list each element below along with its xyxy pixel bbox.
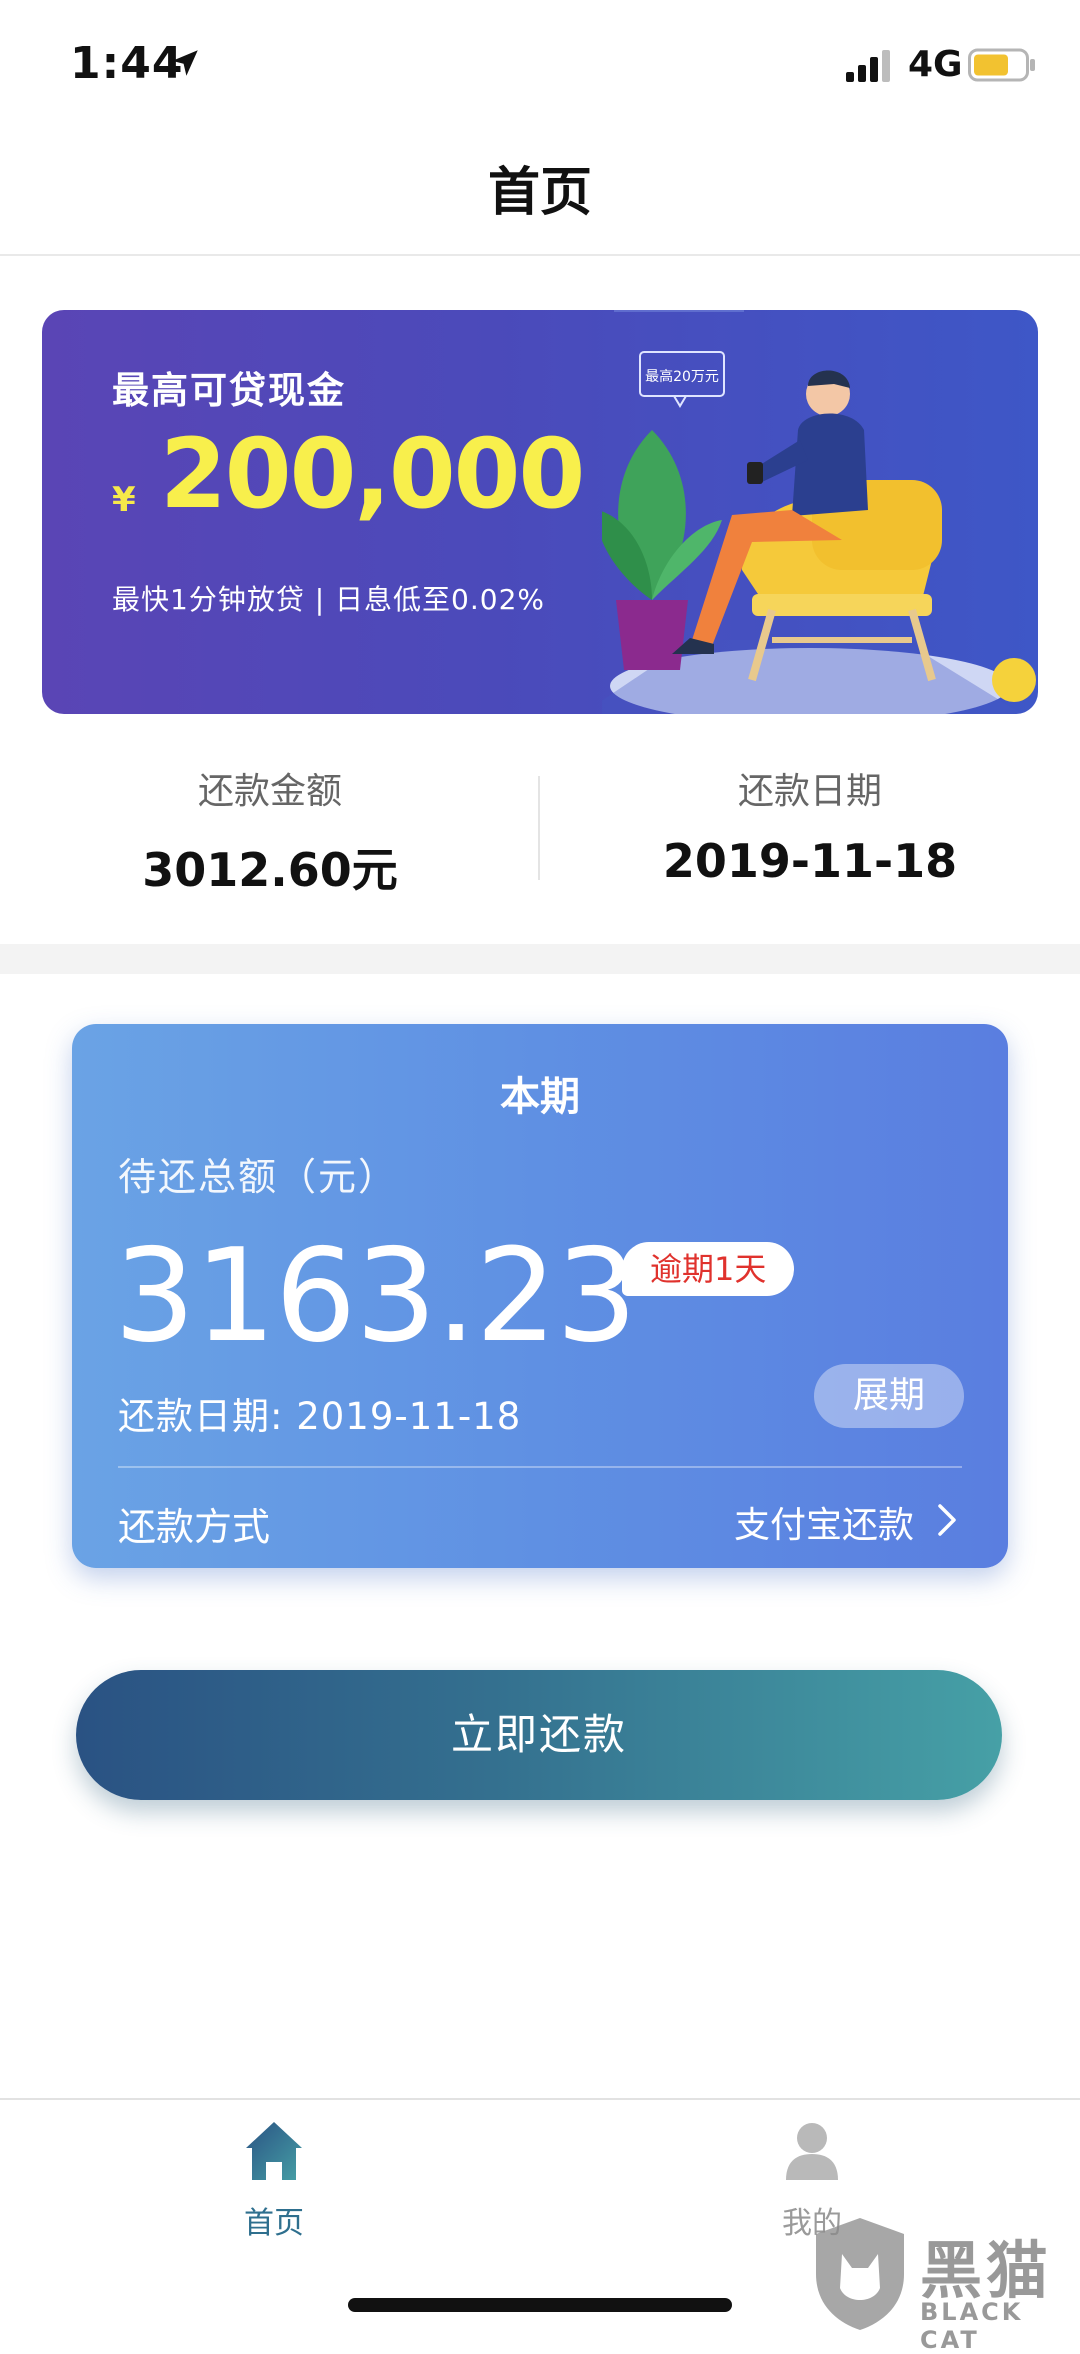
banner-title: 最高可贷现金 bbox=[112, 369, 346, 412]
summary-date-label: 还款日期 bbox=[737, 771, 882, 812]
tab-bar-divider bbox=[0, 2098, 1080, 2100]
due-date: 还款日期: 2019-11-18 bbox=[118, 1395, 522, 1438]
tab-home[interactable]: 首页 bbox=[214, 2120, 334, 2250]
loan-banner[interactable]: 最高可贷现金 ¥ 200,000 最快1分钟放贷 | 日息低至0.02% ¥ 最… bbox=[42, 310, 1038, 714]
pay-method-label: 还款方式 bbox=[118, 1505, 271, 1549]
battery-icon bbox=[968, 48, 1035, 82]
tab-home-label: 首页 bbox=[244, 2206, 304, 2241]
pay-method-selector[interactable]: 支付宝还款 bbox=[734, 1496, 914, 1548]
status-time: 1:44 bbox=[70, 38, 184, 89]
bubble-text: 最高20万元 bbox=[645, 368, 719, 385]
summary-amount-label: 还款金额 bbox=[197, 771, 342, 812]
chevron-right-icon[interactable] bbox=[934, 1500, 960, 1540]
summary-divider bbox=[538, 776, 540, 880]
summary-amount-value: 3012.60元 bbox=[142, 843, 398, 897]
current-period-card: 本期 待还总额（元） 3163.23 逾期1天 还款日期: 2019-11-18… bbox=[72, 1024, 1008, 1568]
pay-now-button[interactable]: 立即还款 bbox=[76, 1670, 1002, 1800]
section-separator bbox=[0, 944, 1080, 974]
extend-button[interactable]: 展期 bbox=[814, 1364, 964, 1428]
cat-logo-icon bbox=[816, 2218, 904, 2330]
user-icon bbox=[786, 2123, 838, 2180]
watermark-cn: 黑猫 bbox=[920, 2234, 1053, 2307]
home-indicator bbox=[348, 2298, 732, 2312]
location-arrow-icon bbox=[172, 50, 198, 76]
due-total-amount: 3163.23 bbox=[114, 1222, 637, 1371]
banner-illustration: ¥ 最高20万元 bbox=[602, 310, 1036, 714]
card-divider bbox=[118, 1466, 962, 1468]
signal-icon bbox=[846, 50, 890, 82]
network-type: 4G bbox=[908, 44, 963, 85]
banner-amount: 200,000 bbox=[160, 418, 585, 530]
page-title: 首页 bbox=[487, 163, 592, 223]
header-divider bbox=[0, 254, 1080, 256]
banner-currency: ¥ bbox=[112, 480, 136, 520]
home-icon bbox=[246, 2122, 302, 2180]
banner-subtitle: 最快1分钟放贷 | 日息低至0.02% bbox=[112, 583, 545, 616]
overdue-badge: 逾期1天 bbox=[622, 1242, 795, 1296]
due-total-label: 待还总额（元） bbox=[118, 1155, 399, 1199]
summary-date-value: 2019-11-18 bbox=[662, 834, 958, 888]
card-title: 本期 bbox=[500, 1074, 580, 1120]
watermark-en: BLACK CAT bbox=[920, 2298, 1024, 2354]
watermark: 黑猫 BLACK CAT bbox=[808, 2210, 1080, 2354]
